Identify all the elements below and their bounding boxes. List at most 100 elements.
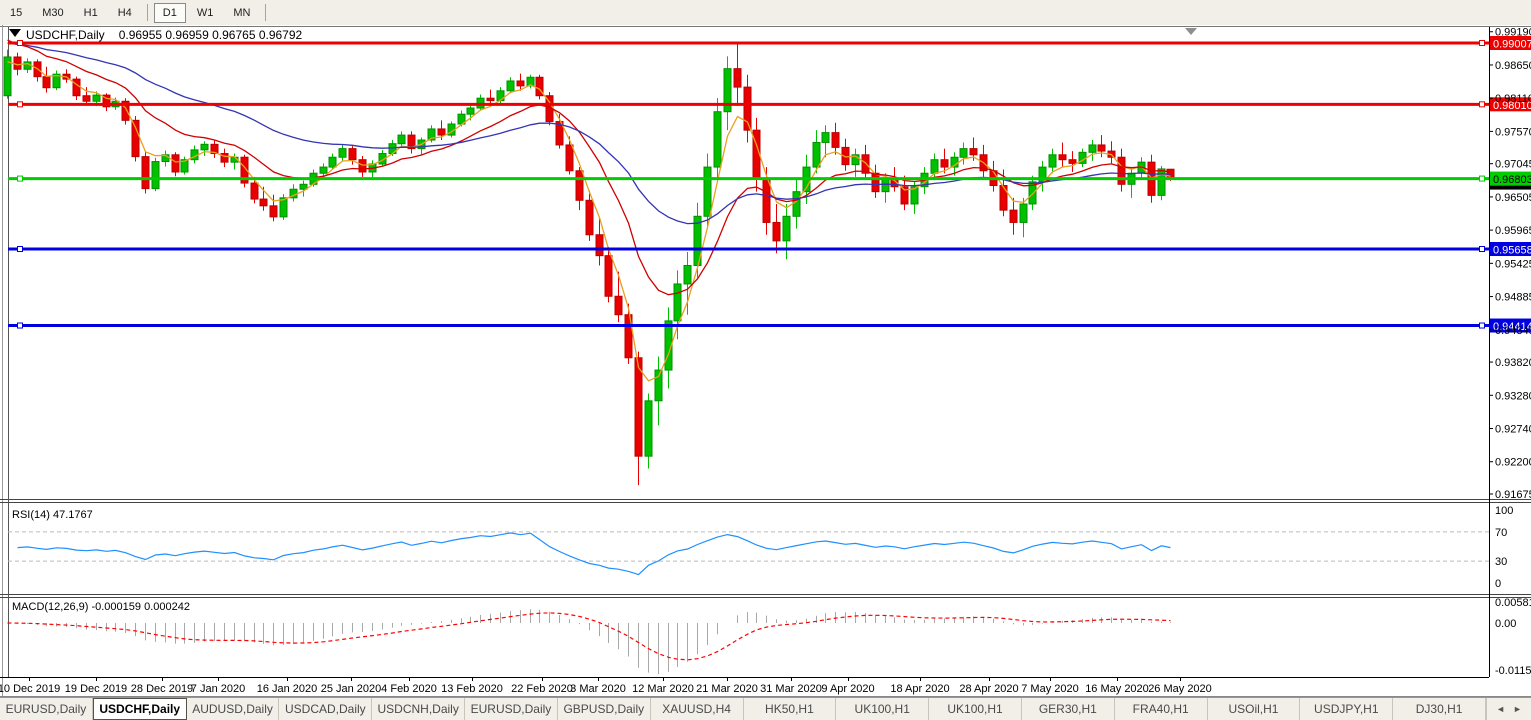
price-tick-label: 0.92200 [1495,457,1531,469]
candle-bull [674,284,681,321]
hline-anchor[interactable] [1480,176,1485,181]
hline-anchor[interactable] [1480,247,1485,252]
candle-bear [635,358,642,456]
candle-bear [605,256,612,297]
candle-bear [487,98,494,100]
candle-bull [655,370,662,401]
candle-bull [320,167,327,173]
candle-bear [438,129,445,135]
date-tick-label: 9 Apr 2020 [821,683,874,695]
hline-anchor[interactable] [18,176,23,181]
candle-bear [1069,160,1076,164]
tab-gbpusd-daily[interactable]: GBPUSD,Daily [558,698,651,720]
hline-anchor[interactable] [18,323,23,328]
hline-price-label: 0.96803 [1493,174,1531,186]
candle-bear [132,120,139,156]
hline-anchor[interactable] [1480,102,1485,107]
rsi-tick-label: 30 [1495,556,1507,568]
timeframe-button-h4[interactable]: H4 [109,3,141,23]
tab-scroll-left-icon[interactable]: ◄ [1496,704,1505,714]
date-tick-label: 21 Mar 2020 [696,683,758,695]
date-tick-label: 16 Jan 2020 [257,683,318,695]
timeframe-button-15[interactable]: 15 [1,3,31,23]
timeframe-button-h1[interactable]: H1 [75,3,107,23]
candle-bear [832,133,839,148]
candle-bear [1000,186,1007,211]
toolbar-divider [147,4,148,21]
timeframe-button-d1[interactable]: D1 [154,3,186,23]
candle-bull [398,135,405,144]
date-tick-label: 18 Apr 2020 [890,683,949,695]
tab-hk50-h1[interactable]: HK50,H1 [744,698,837,720]
candle-bull [1089,145,1096,152]
tab-fra40-h1[interactable]: FRA40,H1 [1115,698,1208,720]
rsi-label: RSI(14) 47.1767 [12,509,93,521]
tab-usdchf-daily[interactable]: USDCHF,Daily [93,698,187,720]
candle-bear [615,296,622,314]
tab-dj30-h1[interactable]: DJ30,H1 [1393,698,1486,720]
tab-usdjpy-h1[interactable]: USDJPY,H1 [1300,698,1393,720]
candle-bull [645,401,652,456]
tab-xauusd-h4[interactable]: XAUUSD,H4 [651,698,744,720]
price-tick-label: 0.95965 [1495,225,1531,237]
tab-ger30-h1[interactable]: GER30,H1 [1022,698,1115,720]
date-tick-label: 7 May 2020 [1021,683,1078,695]
timeframe-button-w1[interactable]: W1 [188,3,223,23]
hline-anchor[interactable] [18,41,23,46]
price-tick-label: 0.98650 [1495,60,1531,72]
candle-bull [793,192,800,217]
candle-bull [783,216,790,241]
tab-scroll-right-icon[interactable]: ► [1513,704,1522,714]
tab-usdcad-daily[interactable]: USDCAD,Daily [279,698,372,720]
hline-anchor[interactable] [18,102,23,107]
price-tick-label: 0.99190 [1495,27,1531,39]
hline-anchor[interactable] [1480,41,1485,46]
macd-tick-label: 0.00 [1495,618,1516,630]
timeframe-button-mn[interactable]: MN [224,3,259,23]
candle-bear [517,81,524,86]
candle-bear [270,206,277,217]
date-tick-label: 22 Feb 2020 [511,683,573,695]
date-tick-label: 4 Feb 2020 [381,683,437,695]
tab-audusd-daily[interactable]: AUDUSD,Daily [187,698,280,720]
tab-uk100-h1[interactable]: UK100,H1 [929,698,1022,720]
timeframe-toolbar: 15M30H1H4 D1W1MN [0,0,1531,26]
date-tick-label: 25 Jan 2020 [321,683,382,695]
candle-bear [349,149,356,160]
candle-bull [882,179,889,191]
candle-bull [1158,169,1165,195]
candle-bear [251,183,258,199]
hline-anchor[interactable] [1480,323,1485,328]
price-tick-label: 0.92740 [1495,424,1531,436]
date-tick-label: 31 Mar 2020 [760,683,822,695]
rsi-tick-label: 0 [1495,578,1501,590]
candle-bear [14,57,21,69]
tab-eurusd-daily[interactable]: EURUSD,Daily [465,698,558,720]
chart-window[interactable]: 0.990070.980100.968030.956580.94414 0.99… [0,25,1531,698]
tab-usdcnh-daily[interactable]: USDCNH,Daily [372,698,465,720]
candle-bull [714,112,721,167]
candle-bull [931,160,938,174]
date-tick-label: 28 Dec 2019 [131,683,193,695]
date-tick-label: 26 May 2020 [1148,683,1212,695]
price-tick-label: 0.91675 [1495,489,1531,501]
toolbar-divider [265,4,266,21]
price-tick-label: 0.96505 [1495,192,1531,204]
date-tick-label: 28 Apr 2020 [959,683,1018,695]
tab-uk100-h1[interactable]: UK100,H1 [836,698,929,720]
macd-label: MACD(12,26,9) -0.000159 0.000242 [12,601,190,613]
chart-title-symbol: USDCHF,Daily [26,28,105,42]
chart-canvas[interactable]: 0.990070.980100.968030.956580.94414 0.99… [0,25,1531,698]
hline-anchor[interactable] [18,247,23,252]
candle-bull [1049,155,1056,167]
tab-usoil-h1[interactable]: USOil,H1 [1208,698,1301,720]
candle-bear [763,179,770,222]
timeframe-button-m30[interactable]: M30 [33,3,72,23]
date-tick-label: 7 Jan 2020 [191,683,245,695]
candle-bear [359,160,366,172]
date-tick-label: 10 Dec 2019 [0,683,60,695]
tab-eurusd-daily[interactable]: EURUSD,Daily [0,698,93,720]
macd-tick-label: 0.005818 [1495,597,1531,609]
candle-bull [1020,204,1027,222]
date-tick-label: 12 Mar 2020 [632,683,694,695]
